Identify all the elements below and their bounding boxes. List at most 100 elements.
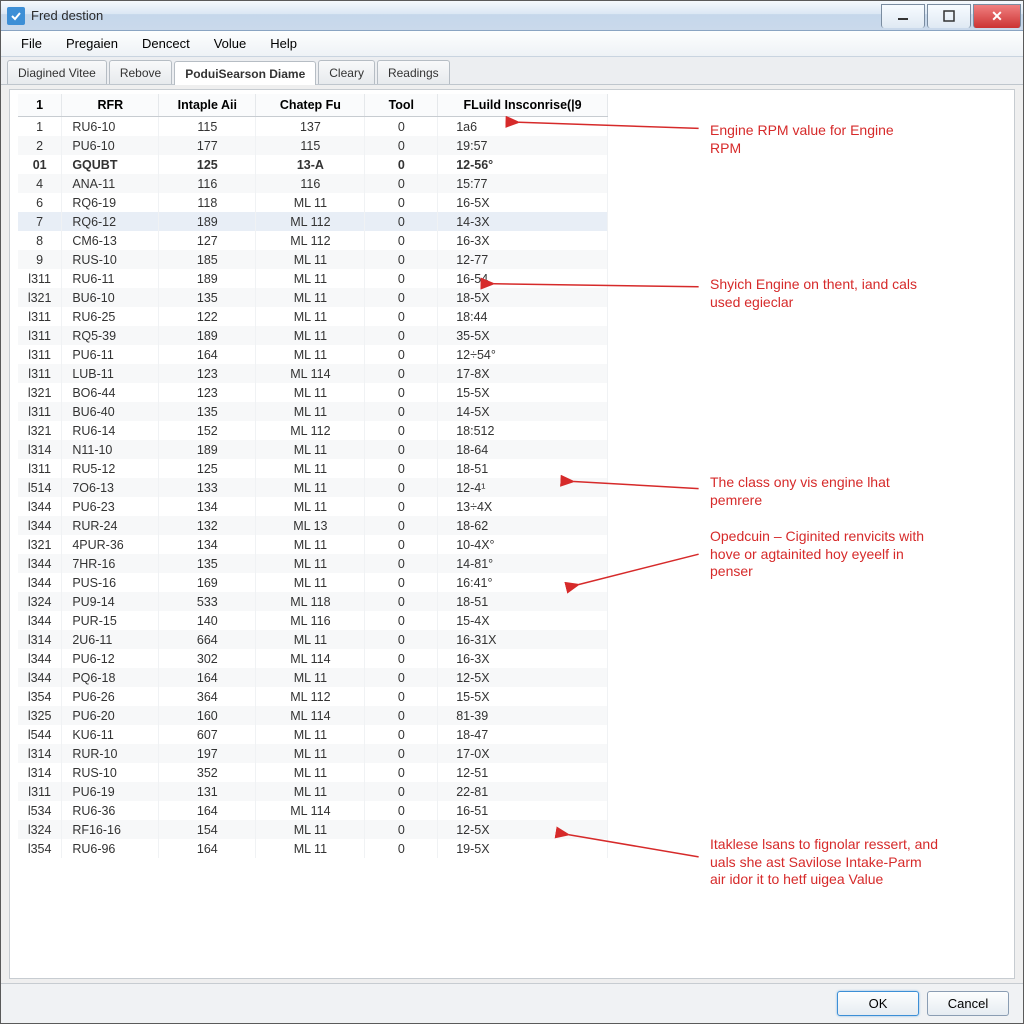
- table-row[interactable]: l314N11-10189ML 11018-64: [18, 440, 608, 459]
- menu-dencect[interactable]: Dencect: [130, 33, 202, 54]
- tab-cleary[interactable]: Cleary: [318, 60, 375, 84]
- table-row[interactable]: 6RQ6-19118ML 11016-5X: [18, 193, 608, 212]
- table-cell: 12-5X: [438, 820, 608, 839]
- table-cell: 125: [159, 155, 256, 174]
- tab-diagined[interactable]: Diagined Vitee: [7, 60, 107, 84]
- tab-readings[interactable]: Readings: [377, 60, 450, 84]
- table-cell: KU6-11: [62, 725, 159, 744]
- table-cell: ML 112: [256, 687, 365, 706]
- table-row[interactable]: l311RU6-11189ML 11016-54: [18, 269, 608, 288]
- col-header-intaple[interactable]: Intaple Aii: [159, 94, 256, 117]
- table-cell: 0: [365, 383, 438, 402]
- annotation-note-4: Opedcuin – Ciginited renvicits with hove…: [710, 528, 940, 581]
- table-cell: 9: [18, 250, 62, 269]
- table-cell: BO6-44: [62, 383, 159, 402]
- table-cell: 0: [365, 725, 438, 744]
- table-row[interactable]: 01GQUBT12513-A012-56°: [18, 155, 608, 174]
- table-row[interactable]: 2PU6-10177115019:57: [18, 136, 608, 155]
- table-cell: RU5-12: [62, 459, 159, 478]
- col-header-fluild[interactable]: FLuild Insconrise(|9: [438, 94, 608, 117]
- table-row[interactable]: l5147O6-13133ML 11012-4¹: [18, 478, 608, 497]
- tab-podui[interactable]: PoduiSearson Diame: [174, 61, 316, 85]
- menu-file[interactable]: File: [9, 33, 54, 54]
- table-cell: 189: [159, 212, 256, 231]
- table-row[interactable]: l314RUR-10197ML 11017-0X: [18, 744, 608, 763]
- table-cell: RF16-16: [62, 820, 159, 839]
- table-cell: 12-4¹: [438, 478, 608, 497]
- tab-rebove[interactable]: Rebove: [109, 60, 172, 84]
- table-row[interactable]: 7RQ6-12189ML 112014-3X: [18, 212, 608, 231]
- col-header-index[interactable]: 1: [18, 94, 62, 117]
- menu-pregaian[interactable]: Pregaien: [54, 33, 130, 54]
- table-cell: 134: [159, 535, 256, 554]
- table-cell: 123: [159, 364, 256, 383]
- table-cell: l314: [18, 744, 62, 763]
- table-cell: RUR-10: [62, 744, 159, 763]
- table-row[interactable]: l311LUB-11123ML 114017-8X: [18, 364, 608, 383]
- cancel-button[interactable]: Cancel: [927, 991, 1009, 1016]
- table-cell: l321: [18, 535, 62, 554]
- col-header-rfr[interactable]: RFR: [62, 94, 159, 117]
- close-button[interactable]: ✕: [973, 4, 1021, 28]
- table-cell: 197: [159, 744, 256, 763]
- table-cell: 0: [365, 478, 438, 497]
- table-cell: PUR-15: [62, 611, 159, 630]
- table-row[interactable]: l344PUR-15140ML 116015-4X: [18, 611, 608, 630]
- minimize-button[interactable]: [881, 4, 925, 28]
- table-row[interactable]: l354RU6-96164ML 11019-5X: [18, 839, 608, 858]
- table-row[interactable]: l344PQ6-18164ML 11012-5X: [18, 668, 608, 687]
- table-cell: ML 11: [256, 307, 365, 326]
- table-cell: 118: [159, 193, 256, 212]
- table-row[interactable]: l321RU6-14152ML 112018:512: [18, 421, 608, 440]
- table-cell: 7O6-13: [62, 478, 159, 497]
- table-row[interactable]: l3214PUR-36134ML 11010-4X°: [18, 535, 608, 554]
- table-cell: 0: [365, 516, 438, 535]
- table-row[interactable]: l534RU6-36164ML 114016-51: [18, 801, 608, 820]
- table-cell: RUR-24: [62, 516, 159, 535]
- table-row[interactable]: l311RQ5-39189ML 11035-5X: [18, 326, 608, 345]
- table-row[interactable]: l3142U6-11664ML 11016-31X: [18, 630, 608, 649]
- table-row[interactable]: l544KU6-11607ML 11018-47: [18, 725, 608, 744]
- table-row[interactable]: 4ANA-11116116015:77: [18, 174, 608, 193]
- table-row[interactable]: l311RU5-12125ML 11018-51: [18, 459, 608, 478]
- table-cell: 0: [365, 744, 438, 763]
- table-cell: 302: [159, 649, 256, 668]
- table-row[interactable]: l354PU6-26364ML 112015-5X: [18, 687, 608, 706]
- table-cell: 0: [365, 155, 438, 174]
- table-cell: 7HR-16: [62, 554, 159, 573]
- table-row[interactable]: l314RUS-10352ML 11012-51: [18, 763, 608, 782]
- table-cell: RU6-36: [62, 801, 159, 820]
- table-cell: GQUBT: [62, 155, 159, 174]
- table-cell: ML 11: [256, 782, 365, 801]
- table-cell: PU9-14: [62, 592, 159, 611]
- table-cell: l344: [18, 611, 62, 630]
- table-row[interactable]: l344RUR-24132ML 13018-62: [18, 516, 608, 535]
- table-row[interactable]: l344PUS-16169ML 11016:41°: [18, 573, 608, 592]
- menu-volue[interactable]: Volue: [202, 33, 259, 54]
- table-row[interactable]: l324PU9-14533ML 118018-51: [18, 592, 608, 611]
- table-cell: RQ6-12: [62, 212, 159, 231]
- table-row[interactable]: 1RU6-1011513701a6: [18, 117, 608, 137]
- table-row[interactable]: l321BU6-10135ML 11018-5X: [18, 288, 608, 307]
- table-row[interactable]: 8CM6-13127ML 112016-3X: [18, 231, 608, 250]
- table-cell: ML 11: [256, 535, 365, 554]
- maximize-button[interactable]: [927, 4, 971, 28]
- table-row[interactable]: 9RUS-10185ML 11012-77: [18, 250, 608, 269]
- table-cell: RUS-10: [62, 250, 159, 269]
- table-row[interactable]: l311BU6-40135ML 11014-5X: [18, 402, 608, 421]
- table-row[interactable]: l321BO6-44123ML 11015-5X: [18, 383, 608, 402]
- col-header-tool[interactable]: Tool: [365, 94, 438, 117]
- table-cell: 116: [256, 174, 365, 193]
- table-row[interactable]: l311PU6-11164ML 11012÷54°: [18, 345, 608, 364]
- table-row[interactable]: l311PU6-19131ML 11022-81: [18, 782, 608, 801]
- menu-help[interactable]: Help: [258, 33, 309, 54]
- table-row[interactable]: l3447HR-16135ML 11014-81°: [18, 554, 608, 573]
- col-header-chatep[interactable]: Chatep Fu: [256, 94, 365, 117]
- table-cell: RQ5-39: [62, 326, 159, 345]
- table-row[interactable]: l344PU6-23134ML 11013÷4X: [18, 497, 608, 516]
- table-row[interactable]: l325PU6-20160ML 114081-39: [18, 706, 608, 725]
- table-row[interactable]: l311RU6-25122ML 11018:44: [18, 307, 608, 326]
- ok-button[interactable]: OK: [837, 991, 919, 1016]
- table-row[interactable]: l324RF16-16154ML 11012-5X: [18, 820, 608, 839]
- table-row[interactable]: l344PU6-12302ML 114016-3X: [18, 649, 608, 668]
